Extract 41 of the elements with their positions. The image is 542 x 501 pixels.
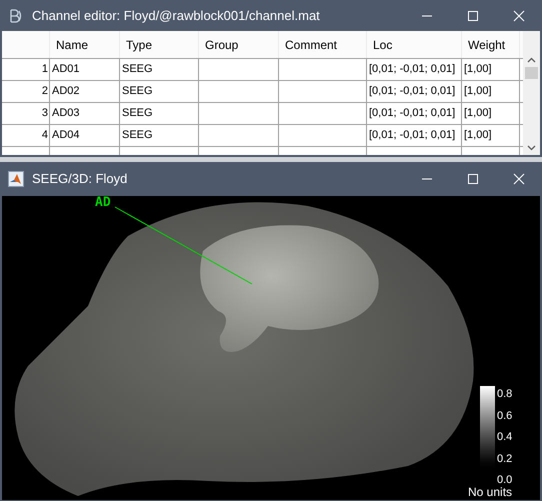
row-number: 4 bbox=[2, 125, 50, 146]
colorbar-tick-label: 0.2 bbox=[497, 452, 512, 464]
units-label: No units bbox=[468, 486, 512, 498]
table-cell[interactable]: [1,00] bbox=[462, 103, 520, 124]
matlab-logo-icon bbox=[8, 171, 24, 187]
colorbar-tick-label: 0.0 bbox=[497, 474, 512, 486]
table-cell[interactable]: AD03 bbox=[50, 103, 120, 124]
table-cell[interactable]: SEEG bbox=[120, 81, 199, 102]
table-cell[interactable]: [1,00] bbox=[462, 81, 520, 102]
row-number: 3 bbox=[2, 103, 50, 124]
scrollbar-thumb[interactable] bbox=[525, 67, 538, 79]
scroll-up-icon[interactable] bbox=[527, 57, 536, 63]
table-cell[interactable]: [1,00] bbox=[462, 125, 520, 146]
table-cell[interactable]: AD02 bbox=[50, 81, 120, 102]
app-logo-icon bbox=[8, 8, 24, 24]
table-cell[interactable]: [0,01; -0,01; 0,01] bbox=[367, 103, 462, 124]
colorbar-tick-label: 0.4 bbox=[497, 431, 512, 443]
colorbar-tick-label: 0.8 bbox=[497, 388, 512, 400]
table-cell[interactable]: [0,01; -0,01; 0,01] bbox=[367, 125, 462, 146]
row-number: 2 bbox=[2, 81, 50, 102]
scroll-down-icon[interactable] bbox=[527, 145, 536, 151]
window-title: Channel editor: Floyd/@rawblock001/channel.mat bbox=[32, 6, 320, 25]
table-cell[interactable]: [0,01; -0,01; 0,01] bbox=[367, 59, 462, 80]
electrode-label: AD bbox=[95, 194, 111, 212]
column-header[interactable]: Loc bbox=[367, 31, 462, 58]
table-cell[interactable]: SEEG bbox=[120, 59, 199, 80]
colorbar-tick-label: 0.6 bbox=[497, 410, 512, 422]
row-number: 1 bbox=[2, 59, 50, 80]
table-cell[interactable]: [1,00] bbox=[462, 59, 520, 80]
table-cell[interactable]: [0,01; -0,01; 0,01] bbox=[367, 81, 462, 102]
column-header[interactable]: Comment bbox=[279, 31, 367, 58]
scrollbar[interactable] bbox=[523, 31, 540, 155]
table-cell[interactable]: SEEG bbox=[120, 125, 199, 146]
table-cell[interactable]: SEEG bbox=[120, 103, 199, 124]
window-title: SEEG/3D: Floyd bbox=[32, 170, 128, 188]
table-cell[interactable]: AD04 bbox=[50, 125, 120, 146]
column-header[interactable]: Type bbox=[120, 31, 199, 58]
column-header[interactable]: Name bbox=[50, 31, 120, 58]
table-cell[interactable]: AD01 bbox=[50, 59, 120, 80]
column-header[interactable]: Weight bbox=[462, 31, 520, 58]
column-header[interactable]: Group bbox=[199, 31, 279, 58]
